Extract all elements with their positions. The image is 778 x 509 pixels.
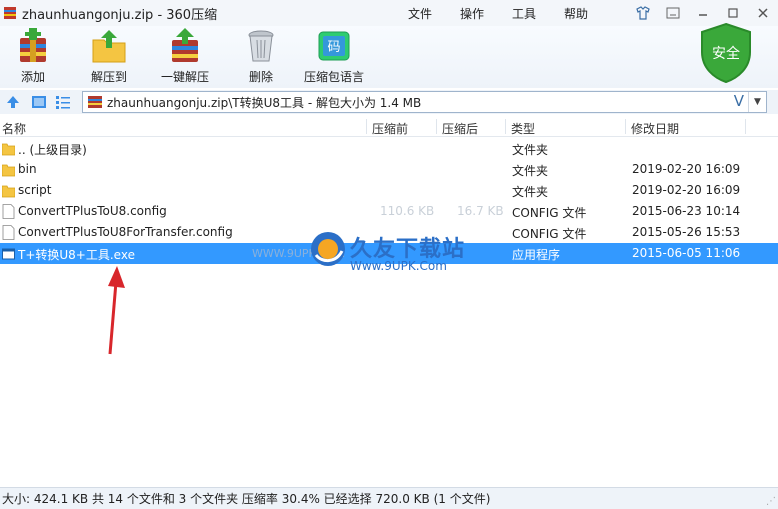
column-divider[interactable] bbox=[745, 119, 746, 134]
document-icon bbox=[2, 225, 15, 240]
file-modified: 2015-05-26 15:53 bbox=[632, 225, 741, 239]
column-compressed-before[interactable]: 压缩前 bbox=[372, 120, 408, 137]
verify-icon[interactable]: V bbox=[734, 92, 744, 110]
file-type: 文件夹 bbox=[512, 143, 549, 157]
file-row-bin[interactable]: bin 文件夹 2019-02-20 16:09 bbox=[0, 159, 778, 180]
file-modified: 2019-02-20 16:09 bbox=[632, 183, 741, 197]
file-row-exe[interactable]: T+转换U8+工具.exe 应用程序 2015-06-05 11:06 bbox=[0, 243, 778, 264]
menu-operation[interactable]: 操作 bbox=[460, 5, 484, 22]
title-bar: zhaunhuangonju.zip - 360压缩 文件 操作 工具 帮助 bbox=[0, 0, 778, 26]
delete-button[interactable]: 删除 bbox=[242, 28, 280, 85]
one-click-extract-label: 一键解压 bbox=[161, 70, 210, 84]
list-view-icon[interactable] bbox=[55, 94, 71, 110]
file-type: 文件夹 bbox=[512, 164, 549, 178]
executable-icon bbox=[2, 248, 15, 260]
file-row-config[interactable]: ConvertTPlusToU8.config 110.6 KB 16.7 KB… bbox=[0, 201, 778, 222]
file-row-script[interactable]: script 文件夹 2019-02-20 16:09 bbox=[0, 180, 778, 201]
file-row-transfer-config[interactable]: ConvertTPlusToU8ForTransfer.config CONFI… bbox=[0, 222, 778, 243]
extract-folder-icon bbox=[92, 30, 126, 63]
column-divider[interactable] bbox=[436, 119, 437, 134]
one-click-extract-button[interactable]: 一键解压 bbox=[161, 28, 209, 85]
file-modified: 2015-06-23 10:14 bbox=[632, 204, 741, 218]
menu-tools[interactable]: 工具 bbox=[512, 5, 536, 22]
menu-help[interactable]: 帮助 bbox=[564, 5, 588, 22]
column-divider[interactable] bbox=[625, 119, 626, 134]
address-bar: zhaunhuangonju.zip\T转换U8工具 - 解包大小为 1.4 M… bbox=[0, 90, 778, 114]
one-click-extract-icon bbox=[172, 28, 198, 62]
document-icon bbox=[2, 204, 15, 219]
extract-to-label: 解压到 bbox=[90, 70, 127, 84]
archive-language-label: 压缩包语言 bbox=[304, 70, 365, 84]
large-icon-view-icon[interactable] bbox=[31, 94, 47, 110]
up-arrow-icon[interactable] bbox=[5, 94, 21, 110]
file-type: CONFIG 文件 bbox=[512, 206, 587, 220]
file-name: ConvertTPlusToU8.config bbox=[18, 204, 167, 218]
column-modified[interactable]: 修改日期 bbox=[631, 120, 679, 137]
column-divider[interactable] bbox=[366, 119, 367, 134]
window-title: zhaunhuangonju.zip - 360压缩 bbox=[22, 7, 218, 23]
file-name: script bbox=[18, 183, 52, 197]
red-arrow-annotation bbox=[108, 266, 125, 355]
file-name: T+转换U8+工具.exe bbox=[18, 248, 135, 262]
file-size-after: 16.7 KB bbox=[457, 204, 504, 218]
column-type[interactable]: 类型 bbox=[511, 120, 535, 137]
minimize-to-tray-icon[interactable] bbox=[660, 2, 686, 24]
menu-bar: 文件 操作 工具 帮助 bbox=[408, 0, 616, 26]
archive-app-icon bbox=[4, 7, 16, 19]
folder-icon bbox=[2, 164, 15, 177]
close-icon[interactable] bbox=[750, 2, 776, 24]
resize-grip-icon[interactable]: ⋰ bbox=[766, 496, 776, 507]
file-size-before: 110.6 KB bbox=[380, 204, 435, 218]
svg-text:码: 码 bbox=[327, 40, 340, 55]
add-label: 添加 bbox=[20, 70, 45, 84]
file-type: 文件夹 bbox=[512, 185, 549, 199]
path-text: zhaunhuangonju.zip\T转换U8工具 - 解包大小为 1.4 M… bbox=[107, 95, 422, 110]
folder-icon bbox=[2, 185, 15, 198]
delete-label: 删除 bbox=[248, 70, 273, 84]
column-divider[interactable] bbox=[505, 119, 506, 134]
add-button[interactable]: 添加 bbox=[14, 28, 52, 85]
archive-language-button[interactable]: 码 压缩包语言 bbox=[304, 28, 364, 85]
column-compressed-after[interactable]: 压缩后 bbox=[442, 120, 478, 137]
archive-path-icon bbox=[88, 96, 102, 108]
path-dropdown-icon[interactable]: ▼ bbox=[748, 92, 766, 112]
column-header: 名称 压缩前 压缩后 类型 修改日期 bbox=[0, 117, 778, 137]
status-text: 大小: 424.1 KB 共 14 个文件和 3 个文件夹 压缩率 30.4% … bbox=[2, 492, 491, 506]
file-name: bin bbox=[18, 162, 37, 176]
add-archive-icon bbox=[20, 28, 46, 62]
file-modified: 2015-06-05 11:06 bbox=[632, 246, 741, 260]
folder-icon bbox=[2, 143, 15, 156]
file-row-parent[interactable]: .. (上级目录) 文件夹 bbox=[0, 138, 778, 159]
security-badge-text: 安全 bbox=[712, 45, 740, 62]
toolbar: 添加 解压到 一键解压 删除 码 压缩包语言 安全 bbox=[0, 22, 778, 88]
file-type: CONFIG 文件 bbox=[512, 227, 587, 241]
security-shield-icon[interactable]: 安全 bbox=[698, 22, 754, 84]
column-name[interactable]: 名称 bbox=[2, 120, 26, 137]
trash-icon bbox=[248, 30, 274, 62]
maximize-icon[interactable] bbox=[720, 2, 746, 24]
encoding-icon: 码 bbox=[318, 31, 350, 61]
status-bar: 大小: 424.1 KB 共 14 个文件和 3 个文件夹 压缩率 30.4% … bbox=[0, 487, 778, 509]
file-name: .. (上级目录) bbox=[18, 143, 87, 157]
extract-to-button[interactable]: 解压到 bbox=[90, 28, 128, 85]
file-modified: 2019-02-20 16:09 bbox=[632, 162, 741, 176]
skin-icon[interactable] bbox=[630, 2, 656, 24]
file-name: ConvertTPlusToU8ForTransfer.config bbox=[18, 225, 233, 239]
menu-file[interactable]: 文件 bbox=[408, 5, 432, 22]
file-type: 应用程序 bbox=[512, 248, 561, 262]
path-field[interactable]: zhaunhuangonju.zip\T转换U8工具 - 解包大小为 1.4 M… bbox=[82, 91, 767, 113]
minimize-icon[interactable] bbox=[690, 2, 716, 24]
